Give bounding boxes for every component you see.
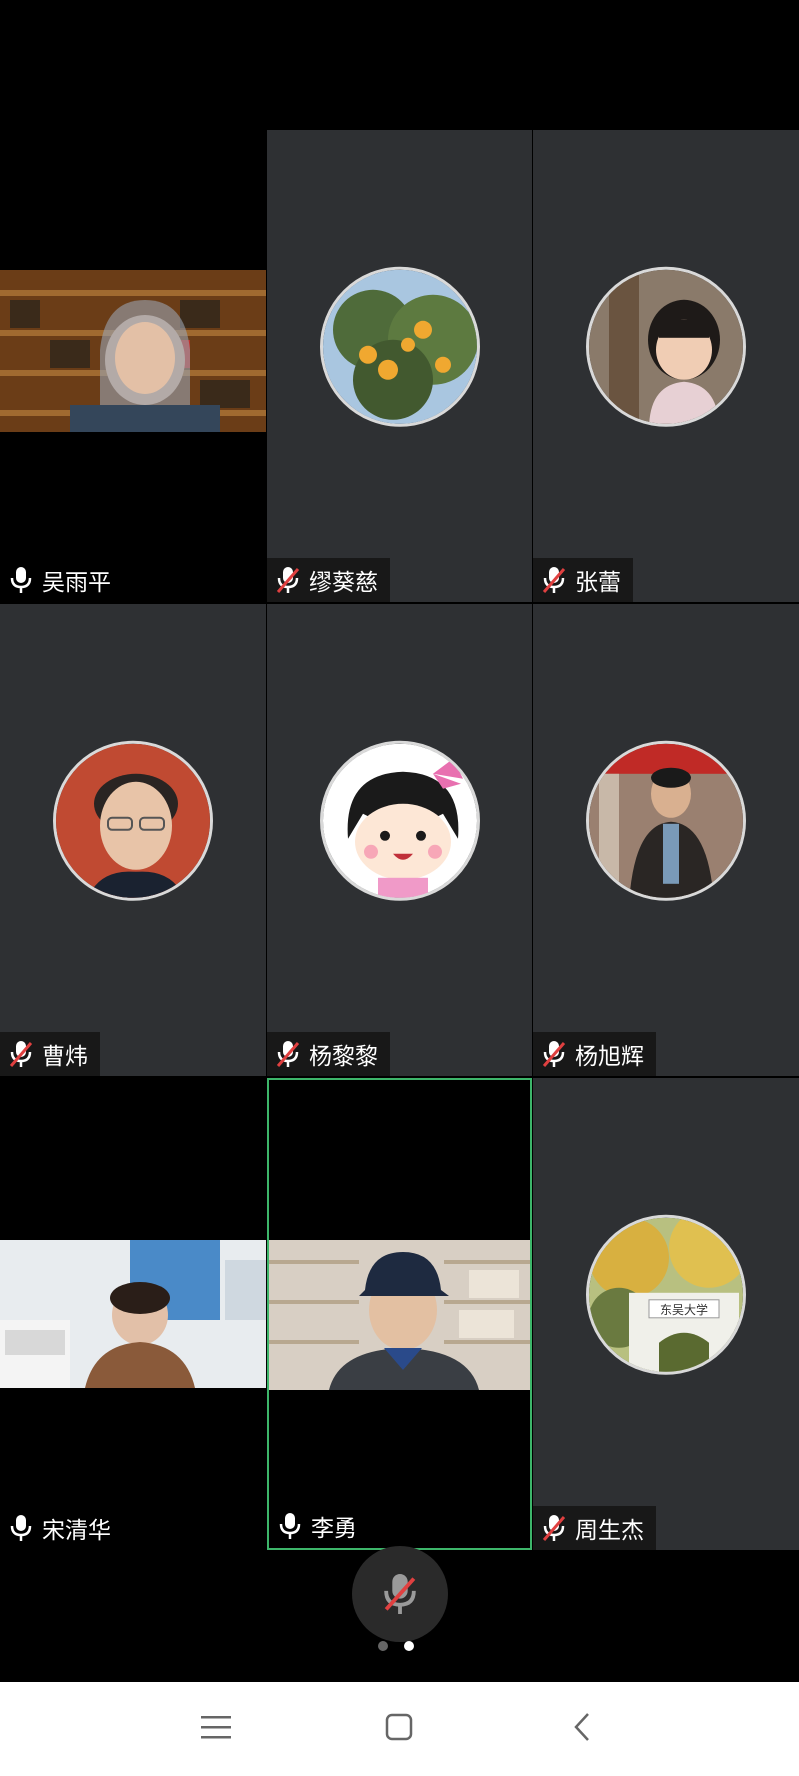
video-feed	[269, 1240, 530, 1390]
participant-tile-liyong[interactable]: 李勇	[267, 1078, 532, 1550]
name-bar: 李勇	[269, 1504, 369, 1548]
avatar	[53, 740, 213, 901]
mic-muted-icon	[541, 565, 567, 595]
participant-name: 张蕾	[575, 570, 621, 596]
menu-button[interactable]	[191, 1702, 241, 1752]
participant-tile-miaokuici[interactable]: 缪葵慈	[267, 130, 532, 602]
mic-muted-icon	[541, 1513, 567, 1543]
avatar: 东吴大学	[586, 1214, 746, 1375]
participant-name: 宋清华	[42, 1518, 111, 1544]
menu-icon	[201, 1716, 231, 1739]
participant-name: 缪葵慈	[309, 570, 378, 596]
mic-muted-icon	[275, 1039, 301, 1069]
participant-name: 杨黎黎	[309, 1044, 378, 1070]
participant-name: 李勇	[311, 1516, 357, 1542]
participant-tile-wuyuping[interactable]: 吴雨平	[0, 130, 266, 602]
participant-name: 杨旭辉	[575, 1044, 644, 1070]
name-bar: 吴雨平	[0, 558, 123, 602]
back-button[interactable]	[557, 1702, 607, 1752]
avatar	[319, 740, 480, 901]
name-bar: 宋清华	[0, 1506, 123, 1550]
page-dot-active[interactable]	[404, 1641, 414, 1651]
mic-muted-icon	[384, 1574, 416, 1614]
mic-icon	[8, 1513, 34, 1543]
mic-muted-icon	[8, 1039, 34, 1069]
participant-tile-zhoushengjie[interactable]: 东吴大学 周生杰	[533, 1078, 799, 1550]
name-bar: 张蕾	[533, 558, 633, 602]
video-feed	[0, 1240, 266, 1388]
avatar	[319, 266, 480, 427]
avatar	[586, 740, 746, 901]
back-chevron-icon	[574, 1713, 589, 1741]
participant-name: 曹炜	[42, 1044, 88, 1070]
participant-tile-yanglili[interactable]: 杨黎黎	[267, 604, 532, 1076]
system-navigation-bar	[0, 1682, 799, 1776]
mic-icon	[8, 565, 34, 595]
home-square-icon	[385, 1713, 413, 1741]
participant-name: 吴雨平	[42, 570, 111, 596]
gate-inscription: 东吴大学	[660, 1302, 708, 1317]
name-bar: 曹炜	[0, 1032, 100, 1076]
participant-tile-caowei[interactable]: 曹炜	[0, 604, 266, 1076]
avatar	[586, 266, 746, 427]
name-bar: 杨黎黎	[267, 1032, 390, 1076]
mic-muted-icon	[275, 565, 301, 595]
mic-muted-icon	[541, 1039, 567, 1069]
name-bar: 缪葵慈	[267, 558, 390, 602]
video-feed	[0, 270, 266, 432]
home-button[interactable]	[374, 1702, 424, 1752]
name-bar: 周生杰	[533, 1506, 656, 1550]
mic-icon	[277, 1511, 303, 1541]
participant-tile-zhanglei[interactable]: 张蕾	[533, 130, 799, 602]
participant-name: 周生杰	[575, 1518, 644, 1544]
page-dot[interactable]	[378, 1641, 388, 1651]
participant-tile-yangxuhui[interactable]: 杨旭辉	[533, 604, 799, 1076]
name-bar: 杨旭辉	[533, 1032, 656, 1076]
page-indicator	[378, 1641, 414, 1651]
participant-tile-songqinghua[interactable]: 宋清华	[0, 1078, 266, 1550]
mute-toggle-button[interactable]	[352, 1546, 448, 1642]
